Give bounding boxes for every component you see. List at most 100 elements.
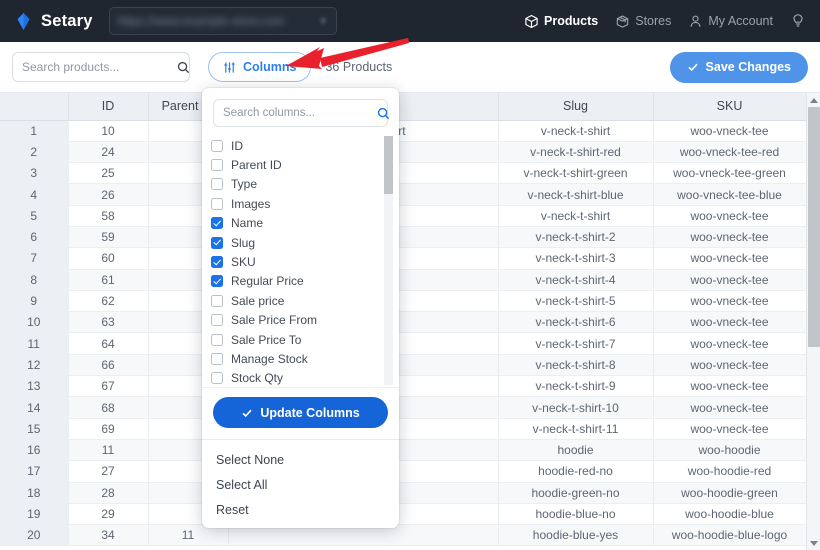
select-none-action[interactable]: Select None (202, 447, 399, 472)
cell-id[interactable]: 11 (68, 439, 148, 460)
cell-sku[interactable]: woo-vneck-tee (653, 205, 806, 226)
column-option-regular-price[interactable]: Regular Price (211, 272, 399, 291)
cell-id[interactable]: 64 (68, 333, 148, 354)
cell-id[interactable]: 59 (68, 226, 148, 247)
cell-slug[interactable]: v-neck-t-shirt-2 (498, 226, 653, 247)
table-row[interactable]: 203411hoodie-blue-yeswoo-hoodie-blue-log… (0, 525, 806, 546)
cell-id[interactable]: 60 (68, 248, 148, 269)
column-header-sku[interactable]: SKU (653, 93, 806, 120)
cell-slug[interactable]: hoodie-green-no (498, 482, 653, 503)
column-header-slug[interactable]: Slug (498, 93, 653, 120)
checkbox-icon[interactable] (211, 372, 223, 384)
cell-sku[interactable]: woo-vneck-tee-blue (653, 184, 806, 205)
scrollbar-thumb[interactable] (808, 107, 820, 347)
column-search-input[interactable] (223, 107, 377, 119)
cell-slug[interactable]: v-neck-t-shirt-10 (498, 397, 653, 418)
cell-id[interactable]: 24 (68, 141, 148, 162)
column-option-id[interactable]: ID (211, 136, 399, 155)
cell-sku[interactable]: woo-hoodie-blue (653, 503, 806, 524)
cell-sku[interactable]: woo-vneck-tee (653, 376, 806, 397)
cell-id[interactable]: 62 (68, 290, 148, 311)
columns-button[interactable]: Columns (208, 52, 311, 82)
column-option-type[interactable]: Type (211, 175, 399, 194)
cell-slug[interactable]: v-neck-t-shirt-5 (498, 290, 653, 311)
checkbox-icon[interactable] (211, 217, 223, 229)
cell-id[interactable]: 25 (68, 163, 148, 184)
cell-id[interactable]: 34 (68, 525, 148, 546)
cell-slug[interactable]: v-neck-t-shirt-4 (498, 269, 653, 290)
table-row[interactable]: 426v-neck-t-shirt-bluewoo-vneck-tee-blue (0, 184, 806, 205)
checkbox-icon[interactable] (211, 237, 223, 249)
nav-item-stores[interactable]: Stores (615, 14, 671, 29)
column-option-stock-qty[interactable]: Stock Qty (211, 369, 399, 387)
column-option-parent-id[interactable]: Parent ID (211, 155, 399, 174)
cell-sku[interactable]: woo-vneck-tee-red (653, 141, 806, 162)
cell-slug[interactable]: v-neck-t-shirt-6 (498, 312, 653, 333)
cell-sku[interactable]: woo-vneck-tee (653, 418, 806, 439)
search-input[interactable] (22, 60, 177, 74)
dropdown-scrollbar-thumb[interactable] (384, 136, 393, 194)
cell-id[interactable]: 66 (68, 354, 148, 375)
column-header-id[interactable]: ID (68, 93, 148, 120)
checkbox-icon[interactable] (211, 198, 223, 210)
column-search-box[interactable] (213, 99, 388, 127)
cell-sku[interactable]: woo-vneck-tee (653, 397, 806, 418)
cell-slug[interactable]: v-neck-t-shirt-3 (498, 248, 653, 269)
checkbox-icon[interactable] (211, 295, 223, 307)
cell-id[interactable]: 28 (68, 482, 148, 503)
table-row[interactable]: 659v-neck-t-shirt-2woo-vneck-tee (0, 226, 806, 247)
reset-action[interactable]: Reset (202, 497, 399, 522)
table-row[interactable]: 1929hoodie-blue-nowoo-hoodie-blue (0, 503, 806, 524)
checkbox-icon[interactable] (211, 353, 223, 365)
cell-slug[interactable]: v-neck-t-shirt-9 (498, 376, 653, 397)
nav-item-products[interactable]: Products (524, 14, 598, 29)
brand-logo[interactable]: Setary (14, 12, 93, 31)
cell-id[interactable]: 10 (68, 120, 148, 141)
cell-sku[interactable]: woo-vneck-tee (653, 120, 806, 141)
search-icon[interactable] (377, 107, 390, 120)
cell-sku[interactable]: woo-vneck-tee (653, 290, 806, 311)
column-option-slug[interactable]: Slug (211, 233, 399, 252)
checkbox-icon[interactable] (211, 178, 223, 190)
store-selector[interactable]: https://www.example-store.com ▼ (109, 7, 337, 35)
cell-slug[interactable]: v-neck-t-shirt-8 (498, 354, 653, 375)
cell-id[interactable]: 67 (68, 376, 148, 397)
cell-sku[interactable]: woo-vneck-tee-green (653, 163, 806, 184)
checkbox-icon[interactable] (211, 256, 223, 268)
cell-sku[interactable]: woo-vneck-tee (653, 333, 806, 354)
table-row[interactable]: 861v-neck-t-shirt-4woo-vneck-tee (0, 269, 806, 290)
table-row[interactable]: 1468v-neck-t-shirt-10woo-vneck-tee (0, 397, 806, 418)
cell-slug[interactable]: v-neck-t-shirt-blue (498, 184, 653, 205)
table-row[interactable]: 325v-neck-t-shirt-greenwoo-vneck-tee-gre… (0, 163, 806, 184)
column-option-sale-price-from[interactable]: Sale Price From (211, 311, 399, 330)
column-checkbox-list[interactable]: IDParent IDTypeImagesNameSlugSKURegular … (202, 134, 399, 387)
checkbox-icon[interactable] (211, 159, 223, 171)
cell-id[interactable]: 63 (68, 312, 148, 333)
cell-slug[interactable]: v-neck-t-shirt (498, 205, 653, 226)
cell-sku[interactable]: woo-hoodie (653, 439, 806, 460)
cell-id[interactable]: 27 (68, 461, 148, 482)
cell-sku[interactable]: woo-vneck-tee (653, 312, 806, 333)
column-option-name[interactable]: Name (211, 214, 399, 233)
table-row[interactable]: 558v-neck-t-shirtwoo-vneck-tee (0, 205, 806, 226)
table-row[interactable]: 1828hoodie-green-nowoo-hoodie-green (0, 482, 806, 503)
column-option-images[interactable]: Images (211, 194, 399, 213)
table-vertical-scrollbar[interactable] (806, 93, 820, 550)
table-row[interactable]: 1367v-neck-t-shirt-9woo-vneck-tee (0, 376, 806, 397)
cell-sku[interactable]: woo-vneck-tee (653, 269, 806, 290)
lightbulb-icon[interactable] (790, 13, 806, 29)
table-row[interactable]: 962v-neck-t-shirt-5woo-vneck-tee (0, 290, 806, 311)
table-row[interactable]: 1164v-neck-t-shirt-7woo-vneck-tee (0, 333, 806, 354)
cell-id[interactable]: 69 (68, 418, 148, 439)
column-option-sale-price[interactable]: Sale price (211, 291, 399, 310)
cell-id[interactable]: 29 (68, 503, 148, 524)
nav-item-my-account[interactable]: My Account (688, 14, 773, 29)
cell-sku[interactable]: woo-vneck-tee (653, 354, 806, 375)
cell-slug[interactable]: hoodie-blue-no (498, 503, 653, 524)
cell-sku[interactable]: woo-vneck-tee (653, 248, 806, 269)
cell-id[interactable]: 58 (68, 205, 148, 226)
column-option-sku[interactable]: SKU (211, 252, 399, 271)
table-row[interactable]: 1611Hoodiehoodiewoo-hoodie (0, 439, 806, 460)
cell-slug[interactable]: v-neck-t-shirt-11 (498, 418, 653, 439)
table-row[interactable]: 1569v-neck-t-shirt-11woo-vneck-tee (0, 418, 806, 439)
